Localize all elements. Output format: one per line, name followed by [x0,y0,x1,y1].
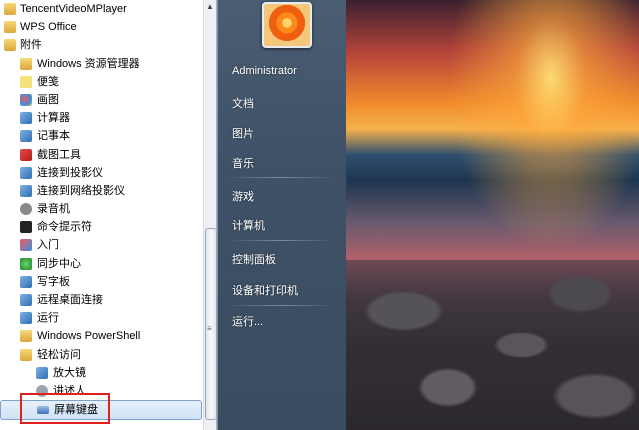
control-panel-link[interactable]: 控制面板 [232,251,276,267]
paint-icon [20,93,32,106]
program-item-ease-of-access[interactable]: 轻松访问 [0,346,202,364]
run-link[interactable]: 运行... [232,313,263,329]
program-item-explorer[interactable]: Windows 资源管理器 [0,55,202,73]
program-item-magnifier[interactable]: 放大镜 [0,364,202,382]
pictures-link[interactable]: 图片 [232,125,254,141]
start-menu-programs-pane: TencentVideoMPlayer WPS Office 附件 Window… [0,0,217,430]
program-label: TencentVideoMPlayer [20,3,127,15]
program-item-remote-desktop[interactable]: 远程桌面连接 [0,291,202,309]
folder-icon [4,3,16,15]
program-item-wps-office[interactable]: WPS Office [0,18,202,36]
magnifier-icon [36,366,48,379]
program-label: 入门 [37,239,59,252]
program-label: Windows 资源管理器 [37,57,140,70]
programs-list: TencentVideoMPlayer WPS Office 附件 Window… [0,0,202,421]
music-link[interactable]: 音乐 [232,155,254,171]
program-item-sync-center[interactable]: 同步中心 [0,255,202,273]
devices-printers-link[interactable]: 设备和打印机 [232,282,298,298]
snipping-tool-icon [20,148,32,161]
program-label: 连接到网络投影仪 [37,184,125,197]
user-avatar[interactable] [262,2,312,48]
program-label: 运行 [37,312,59,325]
program-label: 写字板 [37,275,70,288]
program-label: 远程桌面连接 [37,294,103,306]
program-item-paint[interactable]: 画图 [0,91,202,109]
program-label: 同步中心 [37,257,81,270]
sync-center-icon [20,257,32,270]
program-label: 记事本 [37,130,70,143]
program-label: 附件 [20,39,42,52]
program-item-calculator[interactable]: 计算器 [0,109,202,127]
program-item-network-projector[interactable]: 连接到网络投影仪 [0,182,202,200]
program-item-projector[interactable]: 连接到投影仪 [0,164,202,182]
folder-icon [4,39,16,52]
cmd-icon [20,221,32,234]
games-link[interactable]: 游戏 [232,188,254,204]
folder-icon [4,21,16,34]
program-label: 便笺 [37,75,59,88]
program-label: 放大镜 [53,366,86,379]
program-label: 截图工具 [37,148,81,161]
microphone-icon [20,203,32,216]
remote-desktop-icon [20,294,32,306]
program-label: 连接到投影仪 [37,166,103,179]
scroll-thumb[interactable]: ≡ [205,228,217,420]
projector-icon [20,166,32,179]
sticky-notes-icon [20,75,32,88]
explorer-icon [20,57,32,70]
start-menu-right-pane: Administrator 文档 图片 音乐 游戏 计算机 控制面板 设备和打印… [217,0,346,430]
separator [228,305,333,306]
run-icon [20,312,32,325]
program-item-notepad[interactable]: 记事本 [0,127,202,145]
getting-started-icon [20,239,32,252]
program-item-accessories[interactable]: 附件 [0,36,202,54]
program-item-wordpad[interactable]: 写字板 [0,273,202,291]
programs-scrollbar[interactable]: ▲ ≡ [203,0,217,430]
program-label: 计算器 [37,112,70,125]
separator [228,177,333,178]
program-label: 命令提示符 [37,221,92,234]
scroll-up-arrow-icon[interactable]: ▲ [204,0,216,14]
computer-link[interactable]: 计算机 [232,217,265,233]
user-name-link[interactable]: Administrator [232,65,297,77]
separator [228,240,333,241]
program-label: Windows PowerShell [37,330,141,343]
program-item-cmd[interactable]: 命令提示符 [0,218,202,236]
folder-icon [20,330,32,343]
program-item-snipping-tool[interactable]: 截图工具 [0,146,202,164]
desktop-wallpaper [345,0,639,430]
documents-link[interactable]: 文档 [232,95,254,111]
program-item-sticky-notes[interactable]: 便笺 [0,73,202,91]
program-item-run[interactable]: 运行 [0,309,202,327]
wallpaper-stones [345,260,639,430]
program-item-sound-recorder[interactable]: 录音机 [0,200,202,218]
highlight-annotation-box [20,393,110,424]
program-item-powershell[interactable]: Windows PowerShell [0,327,202,345]
program-label: 录音机 [37,203,70,216]
wordpad-icon [20,275,32,288]
network-projector-icon [20,184,32,197]
grip-icon: ≡ [207,324,212,333]
program-label: 轻松访问 [37,348,81,361]
calculator-icon [20,112,32,125]
program-item-tencentvideo[interactable]: TencentVideoMPlayer [0,0,202,18]
folder-icon [20,348,32,361]
program-label: WPS Office [20,21,77,34]
program-item-getting-started[interactable]: 入门 [0,236,202,254]
notepad-icon [20,130,32,143]
program-label: 画图 [37,93,59,106]
